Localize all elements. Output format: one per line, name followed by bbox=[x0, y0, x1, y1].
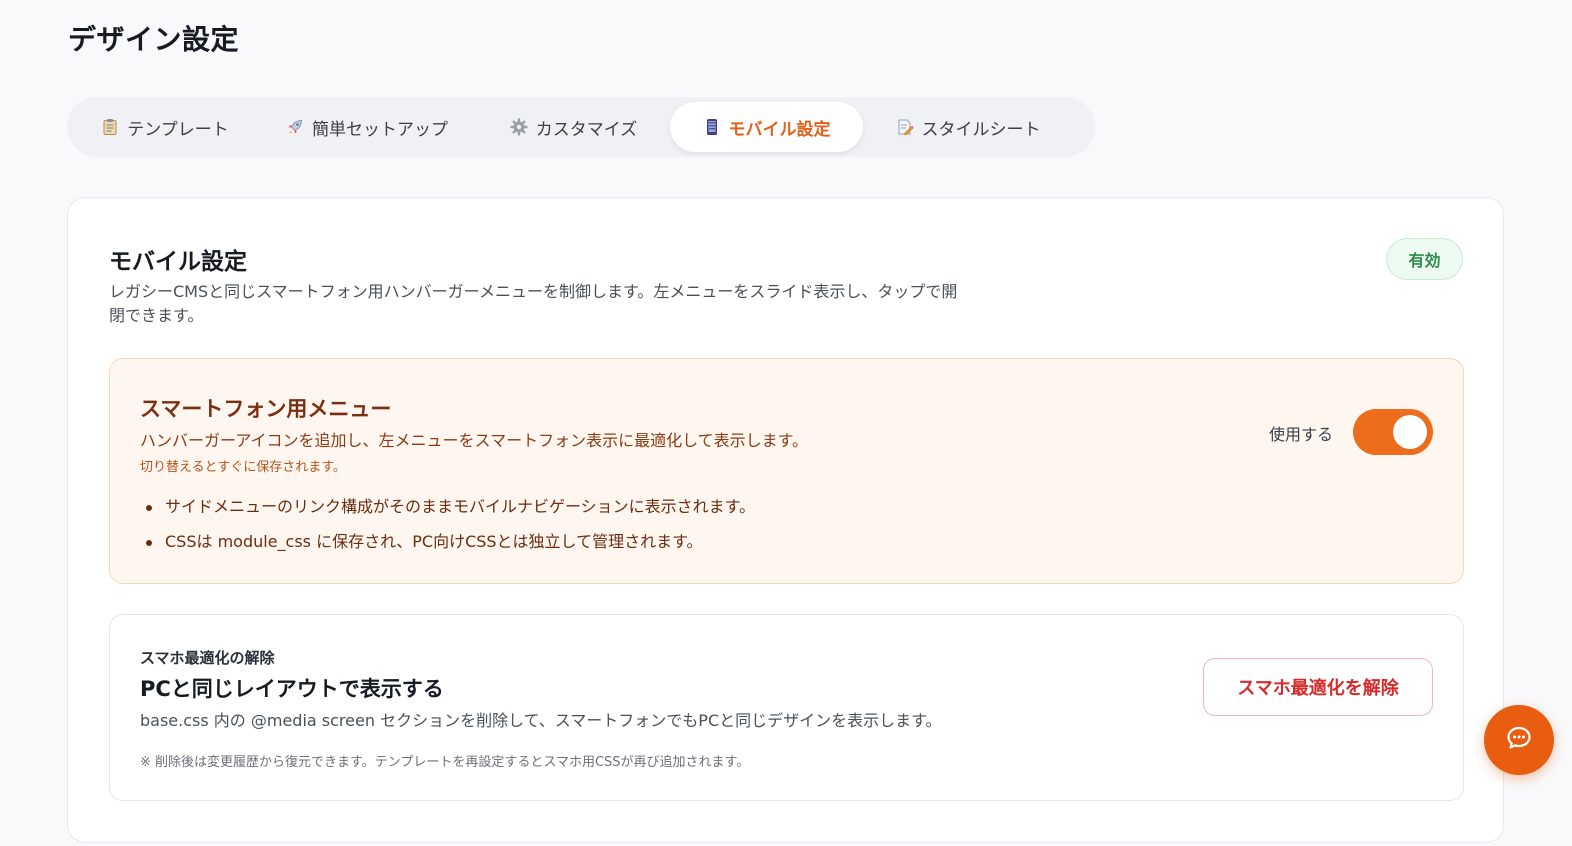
section-description: レガシーCMSと同じスマートフォン用ハンバーガーメニューを制御します。左メニュー… bbox=[109, 282, 958, 325]
reset-note: ※ 削除後は変更履歴から復元できます。テンプレートを再設定するとスマホ用CSSが… bbox=[140, 755, 750, 770]
tab-mobile-settings[interactable]: モバイル設定 bbox=[670, 102, 863, 152]
memo-icon bbox=[896, 118, 914, 136]
page-title: デザイン設定 bbox=[68, 23, 240, 56]
tab-customize[interactable]: カスタマイズ bbox=[477, 102, 670, 152]
smartphone-menu-note: 切り替えるとすぐに保存されます。 bbox=[140, 460, 346, 475]
tab-stylesheet[interactable]: スタイルシート bbox=[863, 102, 1073, 152]
toggle-knob bbox=[1393, 415, 1427, 449]
tab-easy-setup[interactable]: 簡単セットアップ bbox=[257, 102, 477, 152]
list-item: サイドメニューのリンク構成がそのままモバイルナビゲーションに表示されます。 bbox=[140, 493, 755, 528]
chat-bubble-icon bbox=[1505, 724, 1533, 756]
status-badge: 有効 bbox=[1386, 238, 1463, 280]
tab-stylesheet-label: スタイルシート bbox=[921, 119, 1041, 140]
list-item: CSSは module_css に保存され、PC向けCSSとは独立して管理されま… bbox=[140, 528, 755, 563]
smartphone-menu-bullets: サイドメニューのリンク構成がそのままモバイルナビゲーションに表示されます。 CS… bbox=[140, 493, 755, 563]
remove-mobile-optimization-button[interactable]: スマホ最適化を解除 bbox=[1203, 658, 1433, 716]
tab-customize-label: カスタマイズ bbox=[535, 119, 638, 140]
section-title: モバイル設定 bbox=[109, 249, 247, 275]
tab-easy-setup-label: 簡単セットアップ bbox=[312, 119, 448, 140]
reset-eyebrow: スマホ最適化の解除 bbox=[140, 649, 275, 667]
page: デザイン設定 テンプレート 簡単セットアップ カスタマイズ モバイル設定 スタイ… bbox=[0, 0, 1572, 846]
tab-bar: テンプレート 簡単セットアップ カスタマイズ モバイル設定 スタイルシート bbox=[67, 97, 1095, 157]
smartphone-menu-title: スマートフォン用メニュー bbox=[140, 397, 392, 421]
tab-template[interactable]: テンプレート bbox=[73, 102, 257, 152]
smartphone-menu-toggle[interactable] bbox=[1353, 409, 1433, 455]
mobile-phone-icon bbox=[703, 118, 721, 136]
reset-title: PCと同じレイアウトで表示する bbox=[140, 677, 444, 701]
gear-icon bbox=[510, 118, 528, 136]
tab-mobile-settings-label: モバイル設定 bbox=[728, 119, 831, 140]
toggle-label: 使用する bbox=[1268, 425, 1333, 444]
mobile-settings-card: モバイル設定 レガシーCMSと同じスマートフォン用ハンバーガーメニューを制御しま… bbox=[67, 197, 1504, 843]
clipboard-icon bbox=[101, 118, 119, 136]
reset-optimization-panel: スマホ最適化の解除 PCと同じレイアウトで表示する base.css 内の @m… bbox=[109, 614, 1464, 801]
tab-template-label: テンプレート bbox=[127, 119, 229, 140]
smartphone-menu-description: ハンバーガーアイコンを追加し、左メニューをスマートフォン表示に最適化して表示しま… bbox=[140, 431, 809, 450]
reset-description: base.css 内の @media screen セクションを削除して、スマー… bbox=[140, 711, 942, 730]
rocket-icon bbox=[286, 118, 304, 136]
chat-button[interactable] bbox=[1484, 705, 1554, 775]
smartphone-menu-panel: スマートフォン用メニュー ハンバーガーアイコンを追加し、左メニューをスマートフォ… bbox=[109, 358, 1464, 584]
